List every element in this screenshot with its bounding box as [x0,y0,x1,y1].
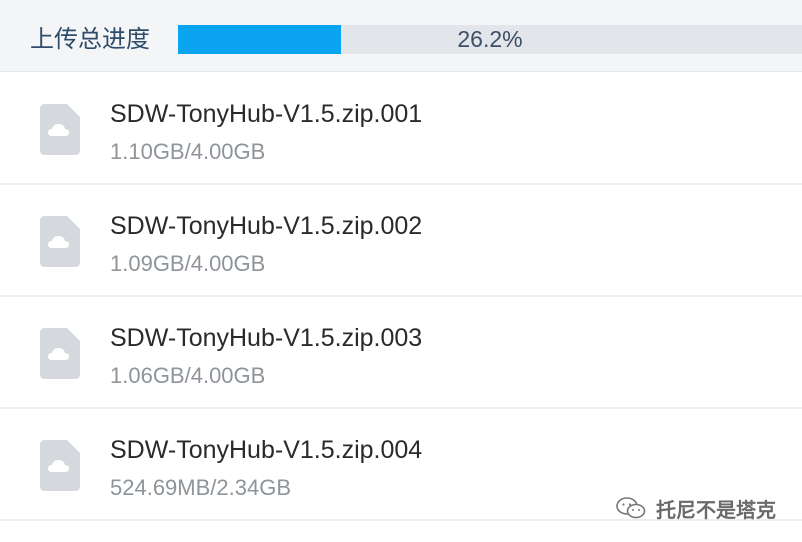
cloud-file-icon [40,104,80,155]
upload-progress-percent: 26.2% [457,26,523,52]
wechat-icon [616,497,646,519]
upload-progress-title: 上传总进度 [30,25,150,53]
upload-progress-bar: 26.2% [178,25,802,54]
watermark-text: 托尼不是塔克 [656,497,776,522]
watermark: 托尼不是塔克 [616,494,776,522]
file-name: SDW-TonyHub-V1.5.zip.002 [110,212,423,240]
file-size: 1.10GB/4.00GB [110,139,266,164]
file-name: SDW-TonyHub-V1.5.zip.001 [110,100,423,128]
file-list-item[interactable]: SDW-TonyHub-V1.5.zip.001 1.10GB/4.00GB [0,73,802,185]
cloud-file-icon [40,328,80,379]
upload-progress-header: 上传总进度 26.2% [0,0,802,72]
file-size: 1.09GB/4.00GB [110,251,266,276]
file-size: 1.06GB/4.00GB [110,363,266,388]
file-name: SDW-TonyHub-V1.5.zip.003 [110,324,423,352]
cloud-file-icon [40,216,80,267]
file-list-item[interactable]: SDW-TonyHub-V1.5.zip.002 1.09GB/4.00GB [0,185,802,297]
file-list-item[interactable]: SDW-TonyHub-V1.5.zip.003 1.06GB/4.00GB [0,297,802,409]
upload-file-list: SDW-TonyHub-V1.5.zip.001 1.10GB/4.00GB S… [0,73,802,521]
file-size: 524.69MB/2.34GB [110,475,292,500]
cloud-file-icon [40,440,80,491]
file-name: SDW-TonyHub-V1.5.zip.004 [110,436,423,464]
